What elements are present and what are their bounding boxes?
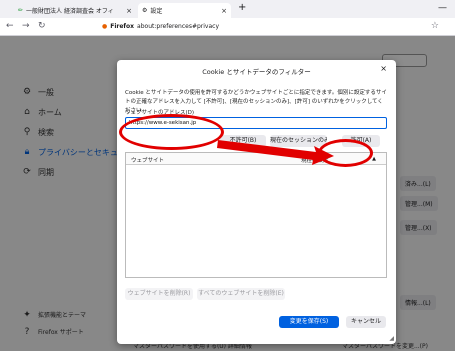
cookie-exceptions-dialog: Cookie とサイトデータのフィルター × Cookie とサイトデータの使用… <box>117 60 396 344</box>
remove-all-websites-button[interactable]: すべてのウェブサイトを削除(E) <box>197 288 285 300</box>
tab-title: 設定 <box>150 8 163 15</box>
minimize-icon[interactable]: — <box>438 3 447 13</box>
dialog-title: Cookie とサイトデータのフィルター <box>202 68 311 76</box>
firefox-icon: ● <box>102 23 108 30</box>
close-icon[interactable]: × <box>221 7 227 15</box>
navigation-bar: ← → ↻ ● Firefox about:preferences#privac… <box>0 18 455 36</box>
tab-settings[interactable]: ⚙ 設定 × <box>138 3 231 18</box>
forward-icon[interactable]: → <box>22 21 30 31</box>
annotation-circle-allow <box>318 139 373 167</box>
sort-arrow-icon: ▲ <box>372 156 376 162</box>
reload-icon[interactable]: ↻ <box>38 21 46 31</box>
url-brand: Firefox <box>110 23 135 30</box>
tab-esekisan[interactable]: ✏ 一般財団法人 経済調査会 オフィ × <box>14 3 136 18</box>
bookmark-star-icon[interactable]: ☆ <box>431 21 439 31</box>
close-icon[interactable]: × <box>126 7 132 15</box>
remove-website-button[interactable]: ウェブサイトを削除(R) <box>125 288 193 300</box>
url-text: about:preferences#privacy <box>137 23 220 30</box>
column-header-website[interactable]: ウェブサイト <box>131 156 164 164</box>
session-only-button[interactable]: 現在のセッションのみ(S) <box>270 135 327 147</box>
annotation-circle-address <box>119 114 224 150</box>
resize-grip-icon[interactable]: ◢ <box>389 335 394 342</box>
block-button[interactable]: 不許可(B) <box>220 135 266 147</box>
gear-icon: ⚙ <box>142 7 148 14</box>
save-changes-button[interactable]: 変更を保存(S) <box>279 316 339 328</box>
tab-title: 一般財団法人 経済調査会 オフィ <box>26 8 114 15</box>
cancel-button[interactable]: キャンセル <box>346 316 386 328</box>
tab-strip: ✏ 一般財団法人 経済調査会 オフィ × ⚙ 設定 × + — <box>0 0 455 18</box>
site-favicon-icon: ✏ <box>18 7 24 14</box>
back-icon[interactable]: ← <box>6 21 14 31</box>
new-tab-icon[interactable]: + <box>238 2 246 13</box>
url-bar[interactable]: ● Firefox about:preferences#privacy <box>102 20 442 33</box>
close-icon[interactable]: × <box>380 64 387 73</box>
exceptions-table[interactable]: ウェブサイト 現在の設定 ▲ <box>125 152 387 278</box>
